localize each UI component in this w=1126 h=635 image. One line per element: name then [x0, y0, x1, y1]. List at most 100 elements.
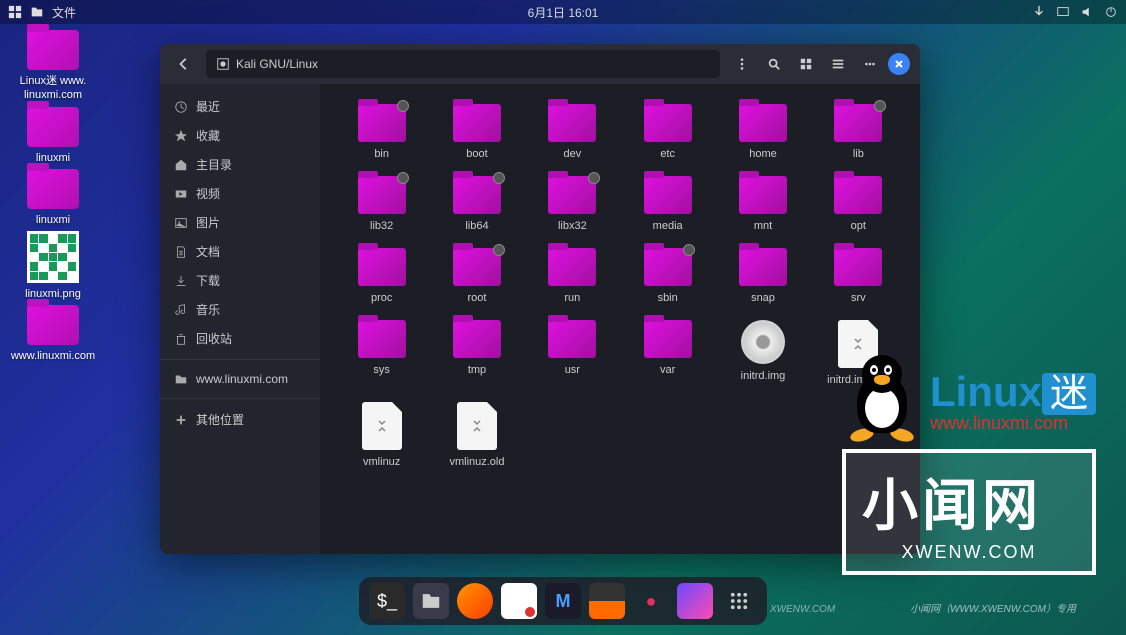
- sidebar-item-doc[interactable]: 文档: [160, 237, 320, 266]
- file-label: vmlinuz: [340, 456, 423, 468]
- file-item[interactable]: boot: [431, 100, 522, 164]
- close-button[interactable]: [888, 53, 910, 75]
- files-app-icon: [30, 5, 44, 19]
- file-item[interactable]: etc: [622, 100, 713, 164]
- sidebar-item-video[interactable]: 视频: [160, 179, 320, 208]
- file-item[interactable]: tmp: [431, 316, 522, 390]
- file-item[interactable]: var: [622, 316, 713, 390]
- file-item[interactable]: opt: [813, 172, 904, 236]
- input-icon[interactable]: [1032, 5, 1046, 19]
- file-label: lib64: [435, 220, 518, 232]
- sidebar-item-download[interactable]: 下载: [160, 266, 320, 295]
- sidebar-item-music[interactable]: 音乐: [160, 295, 320, 324]
- file-item[interactable]: dev: [527, 100, 618, 164]
- file-item[interactable]: snap: [717, 244, 808, 308]
- file-item[interactable]: srv: [813, 244, 904, 308]
- dock-editor[interactable]: [501, 583, 537, 619]
- file-label: root: [435, 292, 518, 304]
- top-panel: 文件 6月1日 16:01: [0, 0, 1126, 24]
- file-grid-area[interactable]: binbootdevetchomelib lib32 lib64 libx32 medi…: [320, 84, 920, 554]
- file-item[interactable]: lib: [813, 100, 904, 164]
- file-item[interactable]: sbin: [622, 244, 713, 308]
- file-item[interactable]: media: [622, 172, 713, 236]
- power-icon[interactable]: [1104, 5, 1118, 19]
- symlink-badge: [588, 172, 600, 184]
- file-item[interactable]: sys: [336, 316, 427, 390]
- desktop-icon[interactable]: linuxmi: [8, 169, 98, 227]
- volume-icon[interactable]: [1080, 5, 1094, 19]
- folder-icon: [453, 104, 501, 142]
- file-item[interactable]: vmlinuz: [336, 398, 427, 472]
- view-list-button[interactable]: [824, 50, 852, 78]
- file-item[interactable]: mnt: [717, 172, 808, 236]
- desktop-icon[interactable]: linuxmi.png: [8, 231, 98, 301]
- folder-icon: [644, 176, 692, 214]
- symlink-badge: [397, 172, 409, 184]
- sidebar-item-folder[interactable]: www.linuxmi.com: [160, 366, 320, 392]
- file-label: lib: [817, 148, 900, 160]
- dock-cherry[interactable]: ●: [633, 583, 669, 619]
- disc-icon: [741, 320, 785, 364]
- sidebar-item-trash[interactable]: 回收站: [160, 324, 320, 353]
- folder-icon: [739, 176, 787, 214]
- back-button[interactable]: [170, 50, 198, 78]
- file-item[interactable]: initrd.img: [717, 316, 808, 390]
- desktop-icon[interactable]: Linux迷 www. linuxmi.com: [8, 30, 98, 103]
- file-item[interactable]: run: [527, 244, 618, 308]
- file-label: tmp: [435, 364, 518, 376]
- folder-icon: [548, 248, 596, 286]
- file-label: sys: [340, 364, 423, 376]
- symlink-badge: [874, 100, 886, 112]
- desktop-icon[interactable]: www.linuxmi.com: [8, 305, 98, 363]
- dock-burp[interactable]: [589, 583, 625, 619]
- file-icon: [362, 402, 402, 450]
- file-item[interactable]: bin: [336, 100, 427, 164]
- view-grid-button[interactable]: [792, 50, 820, 78]
- file-label: usr: [531, 364, 614, 376]
- sidebar-item-image[interactable]: 图片: [160, 208, 320, 237]
- screen-icon[interactable]: [1056, 5, 1070, 19]
- file-label: initrd.img: [721, 370, 804, 382]
- file-label: libx32: [531, 220, 614, 232]
- watermark-side: XWENW.COM: [770, 604, 835, 615]
- file-item[interactable]: libx32: [527, 172, 618, 236]
- activities-icon[interactable]: [8, 5, 22, 19]
- file-label: initrd.img.old: [817, 374, 900, 386]
- dock-metasploit[interactable]: M: [545, 583, 581, 619]
- menu-button[interactable]: [728, 50, 756, 78]
- sidebar: 最近收藏主目录视频图片文档下载音乐回收站 www.linuxmi.com 其他位置: [160, 84, 320, 554]
- hamburger-button[interactable]: [856, 50, 884, 78]
- sidebar-item-clock[interactable]: 最近: [160, 92, 320, 121]
- file-item[interactable]: usr: [527, 316, 618, 390]
- app-name[interactable]: 文件: [52, 4, 76, 21]
- sidebar-item-plus[interactable]: 其他位置: [160, 405, 320, 434]
- file-item[interactable]: lib32: [336, 172, 427, 236]
- path-bar[interactable]: Kali GNU/Linux: [206, 50, 720, 78]
- dock-firefox[interactable]: [457, 583, 493, 619]
- folder-icon: [548, 320, 596, 358]
- file-item[interactable]: vmlinuz.old: [431, 398, 522, 472]
- sidebar-item-star[interactable]: 收藏: [160, 121, 320, 150]
- dock-app[interactable]: [677, 583, 713, 619]
- desktop-icon[interactable]: linuxmi: [8, 107, 98, 165]
- dock-files[interactable]: [413, 583, 449, 619]
- clock[interactable]: 6月1日 16:01: [528, 4, 599, 21]
- file-item[interactable]: root: [431, 244, 522, 308]
- search-button[interactable]: [760, 50, 788, 78]
- sidebar-item-home[interactable]: 主目录: [160, 150, 320, 179]
- file-label: opt: [817, 220, 900, 232]
- dock-terminal[interactable]: $_: [369, 583, 405, 619]
- folder-icon: [739, 104, 787, 142]
- file-label: vmlinuz.old: [435, 456, 518, 468]
- file-label: bin: [340, 148, 423, 160]
- file-item[interactable]: proc: [336, 244, 427, 308]
- file-item[interactable]: home: [717, 100, 808, 164]
- file-label: var: [626, 364, 709, 376]
- dock: $_ M ●: [359, 577, 767, 625]
- file-item[interactable]: initrd.img.old: [813, 316, 904, 390]
- folder-icon: [644, 104, 692, 142]
- dock-apps-grid[interactable]: [721, 583, 757, 619]
- file-item[interactable]: lib64: [431, 172, 522, 236]
- file-icon: [838, 320, 878, 368]
- folder-icon: [834, 176, 882, 214]
